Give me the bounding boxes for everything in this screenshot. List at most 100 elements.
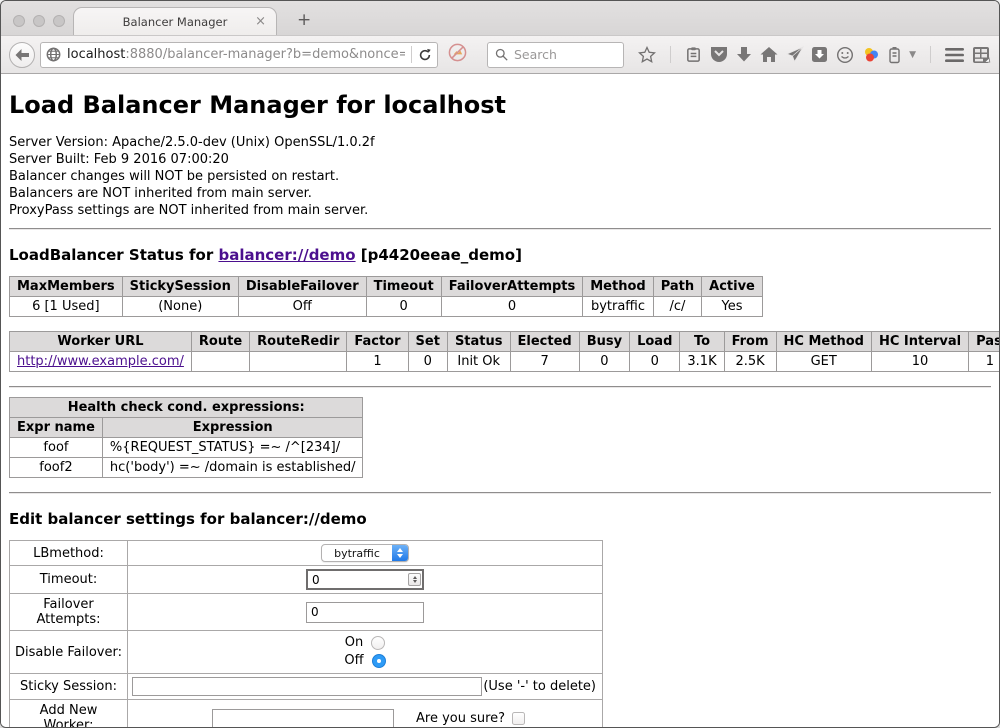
section-divider-3 — [9, 492, 991, 494]
server-built-line: Server Built: Feb 9 2016 07:00:20 — [9, 151, 991, 168]
lbmethod-select[interactable]: bytraffic — [321, 544, 409, 562]
search-placeholder: Search — [514, 47, 557, 62]
table-cell: 2.5K — [724, 352, 776, 372]
table-cell: (None) — [122, 297, 238, 317]
extension-download-button[interactable] — [811, 46, 828, 63]
tab-bar: Balancer Manager × + — [1, 1, 999, 35]
edit-settings-heading: Edit balancer settings for balancer://de… — [9, 510, 991, 528]
table-cell: 1 — [347, 352, 408, 372]
table-cell: GET — [776, 352, 871, 372]
inherit-note-line: Balancers are NOT inherited from main se… — [9, 185, 991, 202]
worker-url-link[interactable]: http://www.example.com/ — [17, 354, 184, 369]
window-controls — [13, 15, 65, 27]
persist-note-line: Balancer changes will NOT be persisted o… — [9, 168, 991, 185]
number-spinner-icon[interactable] — [408, 573, 421, 586]
table-cell: hc('body') =~ /domain is established/ — [102, 458, 363, 478]
urlbar-divider — [411, 46, 412, 63]
column-header: Factor — [347, 332, 408, 352]
feedback-smiley-button[interactable] — [836, 46, 854, 64]
column-header: MaxMembers — [10, 277, 123, 297]
table-cell: Off — [238, 297, 366, 317]
table-cell: %{REQUEST_STATUS} =~ /^[234]/ — [102, 438, 363, 458]
column-header: From — [724, 332, 776, 352]
table-cell: 1 (0) — [969, 352, 999, 372]
add-worker-label: Add New Worker: — [10, 700, 128, 728]
table-cell: 7 — [510, 352, 579, 372]
close-window-button[interactable] — [13, 15, 25, 27]
browser-tab[interactable]: Balancer Manager × — [73, 7, 277, 35]
column-header: StickySession — [122, 277, 238, 297]
failover-off-radio[interactable] — [372, 654, 386, 668]
new-tab-button[interactable]: + — [291, 10, 317, 31]
server-info: Server Version: Apache/2.5.0-dev (Unix) … — [9, 134, 991, 219]
column-header: Worker URL — [10, 332, 192, 352]
lbmethod-label: LBmethod: — [10, 541, 128, 566]
select-stepper-icon — [392, 545, 408, 561]
back-button[interactable] — [9, 42, 35, 68]
failover-attempts-input[interactable] — [306, 602, 424, 623]
table-cell — [250, 352, 347, 372]
url-bar[interactable]: localhost:8880/balancer-manager?b=demo&n… — [40, 42, 438, 68]
content-block-icon[interactable] — [448, 43, 467, 66]
grid-notes-button[interactable] — [972, 46, 991, 64]
table-title: Health check cond. expressions: — [10, 398, 363, 418]
table-cell: foof — [10, 438, 103, 458]
server-version-line: Server Version: Apache/2.5.0-dev (Unix) … — [9, 134, 991, 151]
table-cell: 3.1K — [680, 352, 724, 372]
url-text: localhost:8880/balancer-manager?b=demo&n… — [67, 47, 405, 62]
toolbar-divider-2 — [930, 46, 931, 63]
section-divider — [9, 228, 991, 230]
reload-button[interactable] — [418, 48, 432, 62]
are-you-sure-checkbox[interactable] — [512, 712, 525, 725]
are-you-sure-label: Are you sure? — [416, 711, 505, 726]
chevron-down-icon[interactable]: ▼ — [909, 50, 916, 60]
balancer-settings-form: LBmethod: bytraffic Timeout: — [9, 540, 603, 727]
browser-window: Balancer Manager × + localhost:8880/bala… — [0, 0, 1000, 728]
color-picker-extension-button[interactable] — [862, 46, 880, 64]
column-header: FailoverAttempts — [441, 277, 583, 297]
page-title: Load Balancer Manager for localhost — [9, 74, 991, 119]
battery-extension-button[interactable] — [888, 46, 901, 64]
table-row: foof%{REQUEST_STATUS} =~ /^[234]/ — [10, 438, 363, 458]
add-worker-input[interactable] — [212, 709, 394, 728]
balancer-demo-link[interactable]: balancer://demo — [218, 246, 355, 264]
table-cell: 6 [1 Used] — [10, 297, 123, 317]
table-row: http://www.example.com/10Init Ok7003.1K2… — [10, 352, 1000, 372]
table-row: 6 [1 Used](None)Off00bytraffic/c/Yes — [10, 297, 763, 317]
sticky-session-input[interactable] — [132, 677, 482, 696]
section-divider-2 — [9, 386, 991, 388]
toolbar-icons: ▼ — [638, 46, 991, 64]
column-header: Timeout — [366, 277, 441, 297]
minimize-window-button[interactable] — [33, 15, 45, 27]
timeout-label: Timeout: — [10, 566, 128, 594]
disable-failover-label: Disable Failover: — [10, 631, 128, 674]
zoom-window-button[interactable] — [53, 15, 65, 27]
menu-hamburger-button[interactable] — [945, 48, 964, 62]
table-cell: 0 — [441, 297, 583, 317]
column-header: DisableFailover — [238, 277, 366, 297]
bookmark-star-button[interactable] — [638, 46, 656, 64]
toolbar-divider — [670, 46, 671, 63]
pocket-button[interactable] — [710, 46, 728, 63]
reading-list-button[interactable] — [685, 46, 702, 63]
timeout-row: Timeout: — [10, 566, 603, 594]
column-header: Path — [653, 277, 701, 297]
home-button[interactable] — [760, 46, 778, 63]
column-header: To — [680, 332, 724, 352]
column-header: Busy — [579, 332, 629, 352]
worker-status-table: Worker URLRouteRouteRedirFactorSetStatus… — [9, 331, 999, 372]
page-content: Load Balancer Manager for localhost Serv… — [1, 74, 999, 727]
failover-on-radio[interactable] — [371, 636, 385, 650]
search-bar[interactable]: Search — [487, 42, 624, 68]
send-tab-button[interactable] — [786, 46, 804, 63]
close-tab-icon[interactable]: × — [255, 15, 266, 28]
search-icon — [495, 48, 508, 61]
table-cell: Yes — [702, 297, 763, 317]
globe-icon — [46, 47, 61, 62]
table-row: foof2hc('body') =~ /domain is establishe… — [10, 458, 363, 478]
timeout-input[interactable] — [306, 569, 424, 590]
table-cell: Init Ok — [447, 352, 510, 372]
downloads-button[interactable] — [736, 46, 752, 63]
on-radio-label: On — [345, 634, 363, 652]
health-check-table: Health check cond. expressions:Expr name… — [9, 397, 363, 478]
